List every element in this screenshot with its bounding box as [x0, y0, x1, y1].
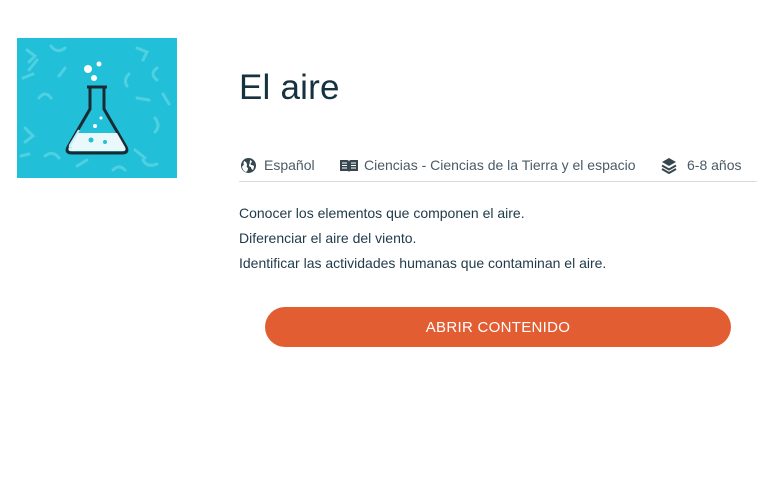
open-content-button[interactable]: ABRIR CONTENIDO: [265, 307, 731, 347]
resource-thumbnail[interactable]: [17, 38, 177, 178]
meta-subject: Ciencias - Ciencias de la Tierra y el es…: [339, 153, 652, 177]
meta-language-label: Español: [264, 157, 315, 173]
layers-icon: [660, 156, 678, 174]
globe-icon: [239, 156, 257, 174]
meta-age-label: 6-8 años: [687, 157, 742, 173]
resource-meta: Español Ciencias - Ciencias de la Tierra…: [239, 153, 757, 182]
page-title: El aire: [239, 68, 340, 107]
flask-icon: [19, 44, 171, 172]
list-item: Diferenciar el aire del viento.: [239, 230, 417, 246]
meta-language: Español: [239, 153, 339, 177]
list-item: Identificar las actividades humanas que …: [239, 255, 607, 271]
book-icon: [339, 156, 359, 174]
meta-age: 6-8 años: [652, 153, 741, 177]
meta-subject-label: Ciencias - Ciencias de la Tierra y el es…: [364, 157, 636, 173]
resource-card: El aire Español Ciencias - Ciencias de l…: [0, 0, 774, 495]
list-item: Conocer los elementos que componen el ai…: [239, 205, 525, 221]
objectives-list: Conocer los elementos que componen el ai…: [239, 203, 606, 278]
